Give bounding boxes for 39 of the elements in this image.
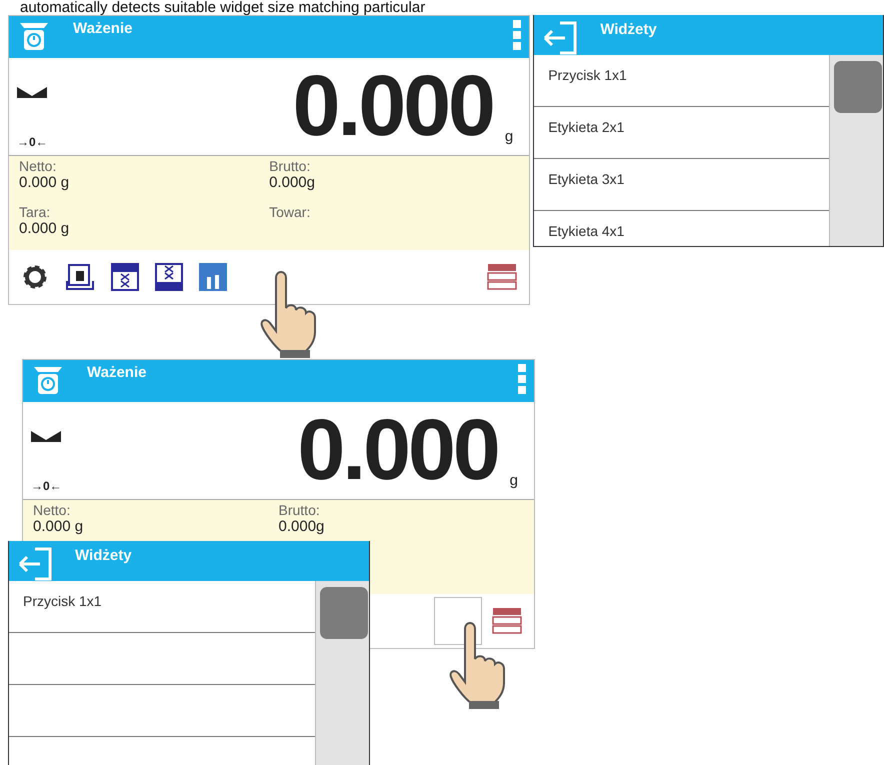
hand-pointer-icon — [447, 621, 507, 709]
caption-text: automatically detects suitable widget size matching particular — [19, 0, 426, 15]
weight-unit: g — [510, 472, 518, 491]
bar-chart-icon[interactable] — [199, 263, 227, 291]
zero-indicator: →0← — [31, 479, 62, 493]
stability-icon — [17, 86, 47, 98]
field-label: Netto: — [33, 502, 72, 518]
database-icon[interactable] — [492, 607, 522, 635]
panel-title: Widżety — [600, 21, 658, 38]
hand-pointer-icon — [258, 270, 318, 358]
field-label: Brutto: — [278, 502, 321, 518]
scrollbar-thumb[interactable] — [320, 587, 368, 639]
field-value: 0.000g — [269, 174, 316, 191]
field-value: 0.000 g — [19, 220, 70, 237]
menu-icon[interactable] — [518, 364, 526, 394]
field-label: Netto: — [19, 158, 58, 174]
database-icon[interactable] — [487, 263, 518, 291]
field-label: Tara: — [19, 204, 52, 220]
field-value: 0.000g — [278, 518, 326, 535]
scrollbar-thumb[interactable] — [834, 61, 882, 113]
field-label: Brutto: — [269, 158, 312, 174]
weight-reading: 0.000 — [297, 407, 498, 493]
zero-indicator: →0← — [17, 135, 48, 149]
menu-icon[interactable] — [513, 20, 522, 50]
stability-icon — [31, 430, 61, 442]
screen-title: Ważenie — [73, 20, 134, 37]
weight-unit: g — [504, 128, 514, 147]
field-value: 0.000 g — [33, 518, 84, 535]
scale-icon — [19, 20, 49, 52]
screen-title: Ważenie — [87, 364, 148, 381]
widget-icon[interactable] — [111, 263, 139, 291]
panel-title: Widżety — [75, 547, 133, 564]
weight-reading: 0.000 — [292, 63, 493, 149]
widget-icon[interactable] — [155, 263, 183, 291]
field-value: 0.000 g — [19, 174, 70, 191]
settings-icon[interactable] — [21, 263, 49, 291]
tare-icon[interactable] — [65, 263, 95, 291]
scale-icon — [33, 364, 63, 396]
field-label: Towar: — [269, 204, 312, 220]
